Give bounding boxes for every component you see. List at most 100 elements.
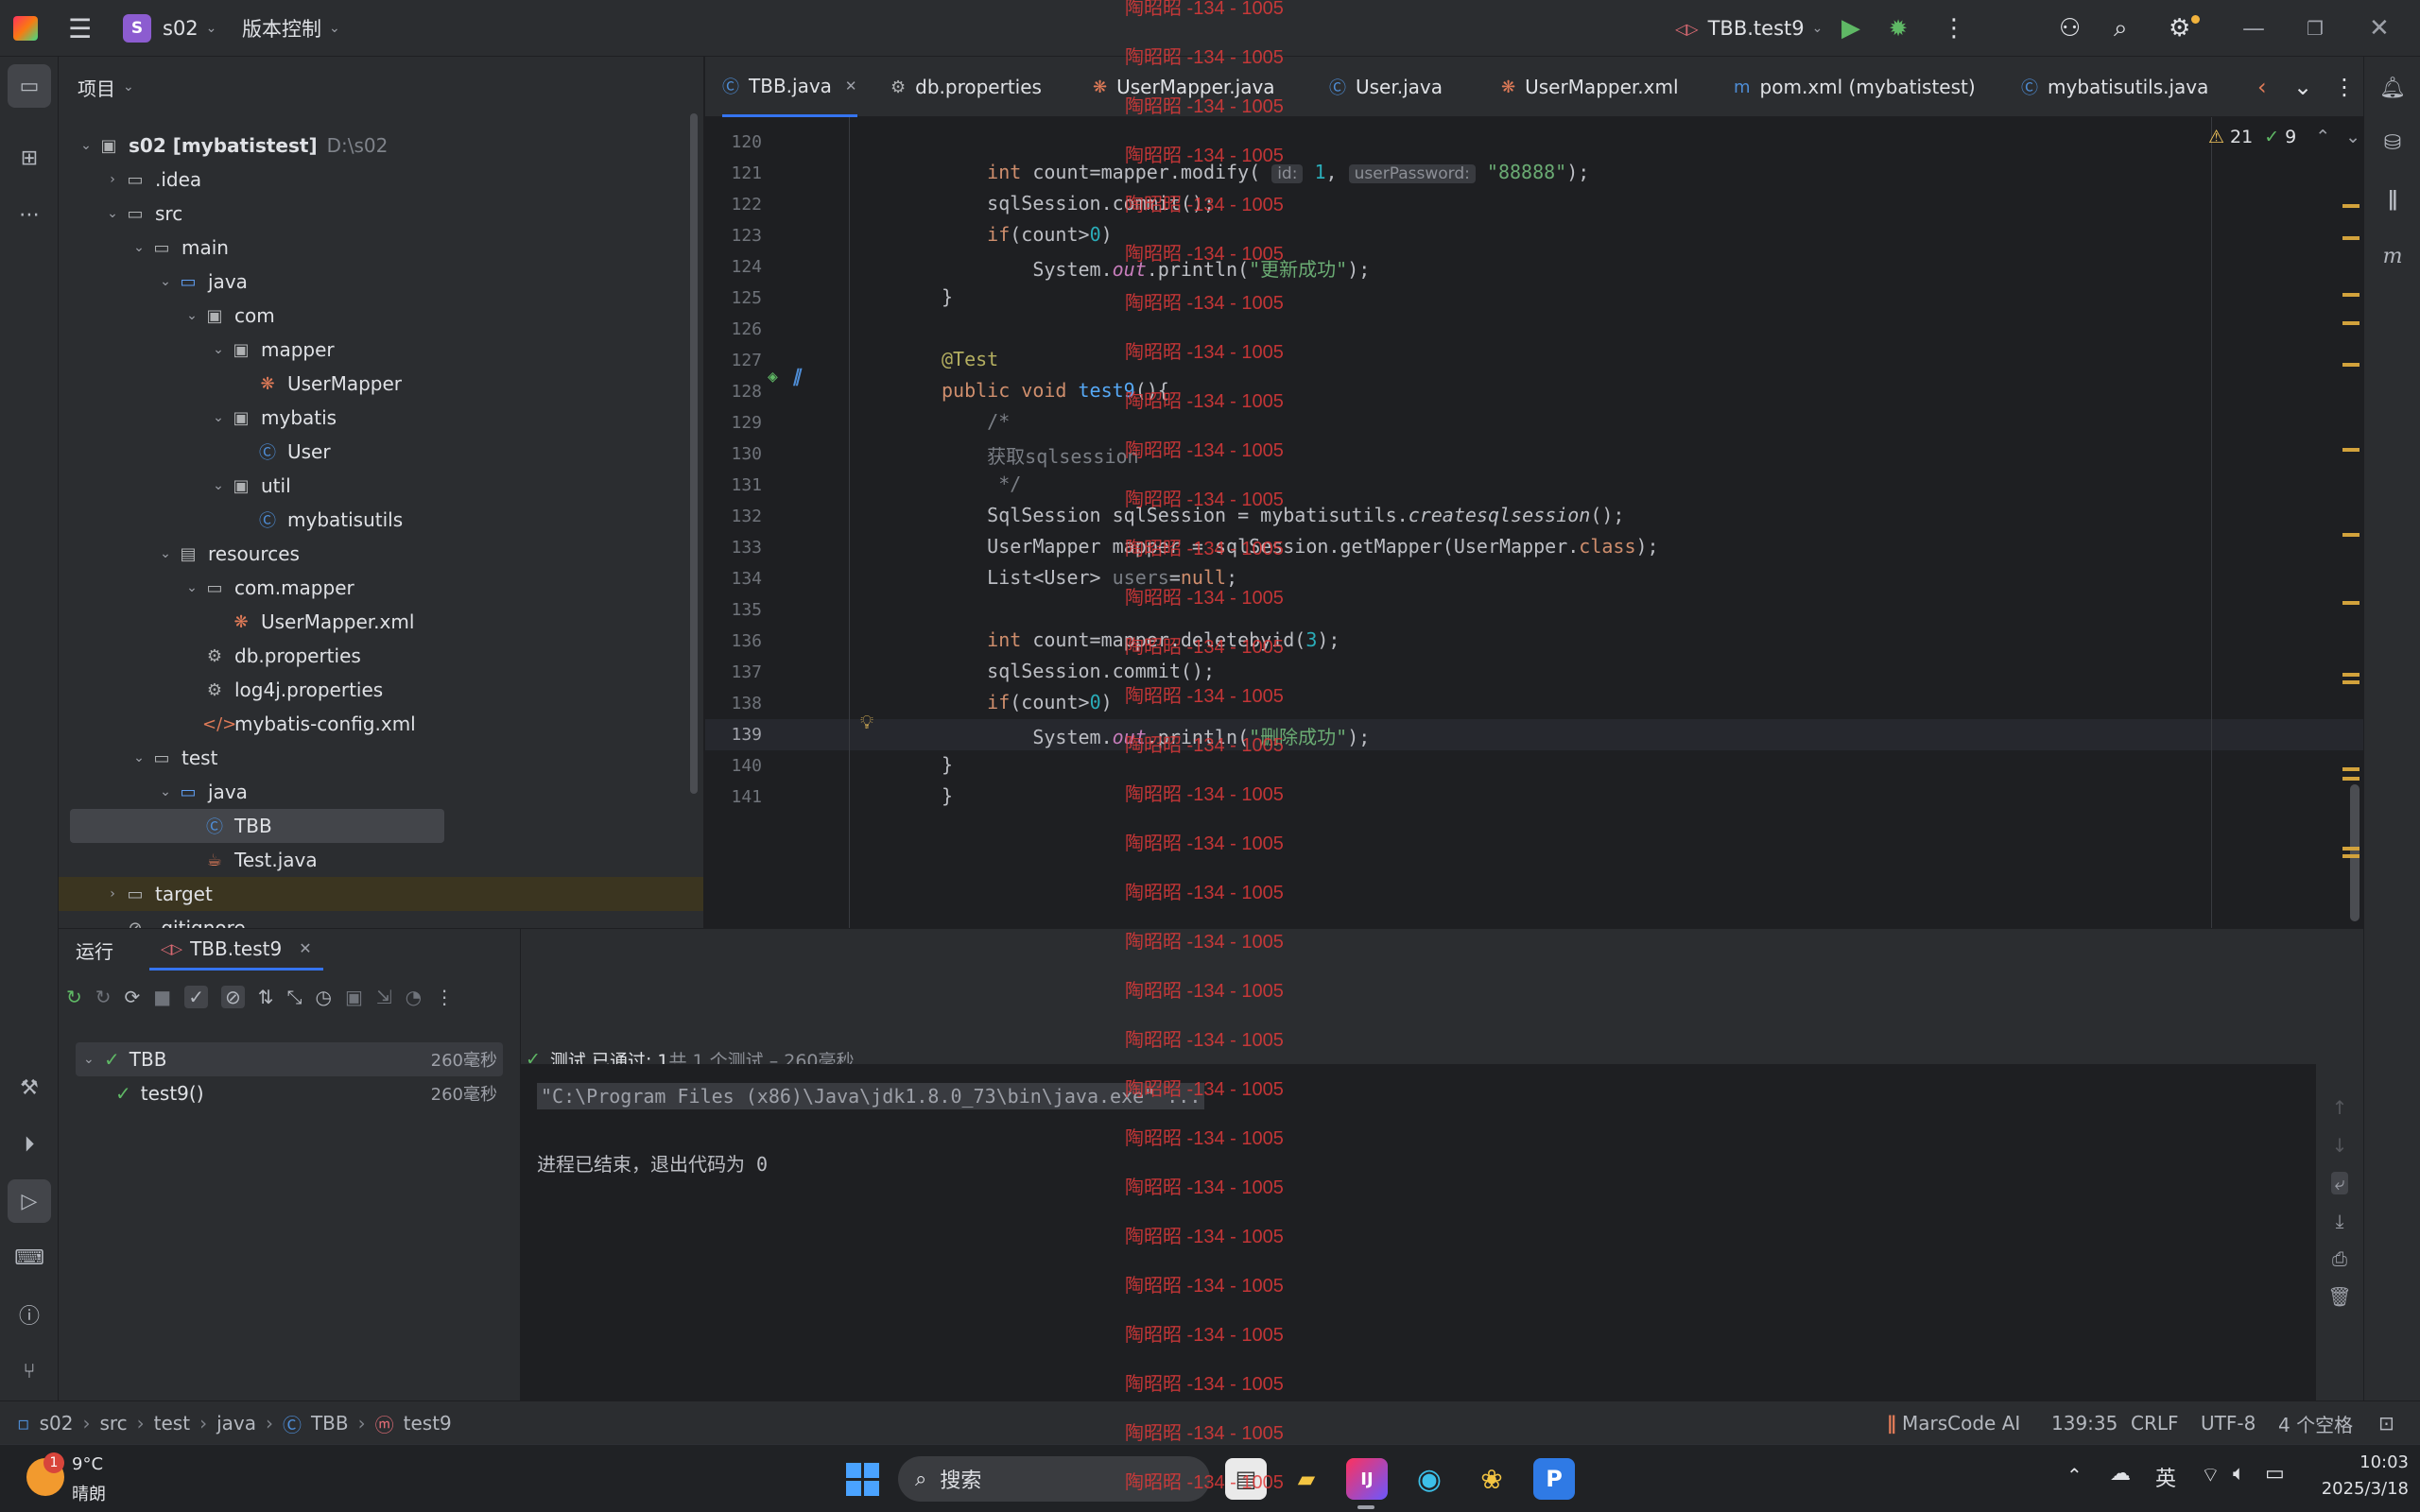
warning-stripe-mark[interactable] bbox=[2342, 673, 2360, 677]
screenshot-icon[interactable]: ▣ bbox=[345, 986, 363, 1008]
collapse-icon[interactable]: ⤡ bbox=[287, 986, 302, 1008]
battery-icon[interactable]: ▭ bbox=[2265, 1462, 2285, 1486]
test-tree-item[interactable]: ⌄ ✓ TBB 260毫秒 bbox=[76, 1042, 503, 1076]
arrow-up-icon[interactable]: ↑ bbox=[2332, 1096, 2348, 1119]
warning-stripe-mark[interactable] bbox=[2342, 777, 2360, 781]
run-test-gutter-icon[interactable]: ◈ bbox=[768, 367, 778, 387]
tree-item[interactable]: › ▭ .idea bbox=[59, 163, 703, 197]
tree-item[interactable]: ❋ UserMapper bbox=[59, 367, 703, 401]
problems-icon[interactable]: ⓘ bbox=[8, 1293, 51, 1336]
chevron-down-icon[interactable]: ⌄ bbox=[129, 750, 149, 765]
code-line[interactable]: if(count>0) bbox=[942, 691, 1112, 713]
lightbulb-icon[interactable]: 💡︎ bbox=[860, 711, 873, 733]
show-ignored-icon[interactable]: ⊘ bbox=[220, 986, 245, 1008]
structure-icon[interactable]: ⊞ bbox=[8, 136, 51, 180]
maven-m-icon[interactable]: m bbox=[2371, 234, 2414, 278]
more-tools-icon[interactable]: ⋯ bbox=[8, 193, 51, 236]
warning-stripe-mark[interactable] bbox=[2342, 236, 2360, 240]
warning-stripe-mark[interactable] bbox=[2342, 204, 2360, 208]
chevron-right-icon[interactable]: › bbox=[102, 886, 123, 902]
show-passed-icon[interactable]: ✓ bbox=[184, 986, 208, 1008]
warning-stripe-mark[interactable] bbox=[2342, 448, 2360, 452]
marscode-ai-status[interactable]: ∥ MarsCode AI bbox=[1887, 1401, 2020, 1445]
tree-item[interactable]: ⌄ ▣ s02 [mybatistest] D:\s02 bbox=[59, 129, 703, 163]
code-line[interactable]: 获取sqlsession bbox=[942, 441, 1138, 469]
project-tool-folder-icon[interactable]: ▭ bbox=[8, 64, 51, 108]
code-line[interactable]: UserMapper mapper = sqlSession.getMapper… bbox=[942, 535, 1658, 558]
editor-tab[interactable]: ⚙ db.properties bbox=[890, 57, 1042, 117]
warning-stripe-mark[interactable] bbox=[2342, 680, 2360, 684]
notifications-bell-icon[interactable]: 🔔︎ bbox=[2371, 66, 2414, 110]
tree-item[interactable]: ⌄ ▣ mybatis bbox=[59, 401, 703, 435]
close-tab-icon[interactable]: ✕ bbox=[299, 939, 311, 957]
tree-item[interactable]: ⌄ ▭ src bbox=[59, 197, 703, 231]
file-explorer-icon[interactable]: ▰ bbox=[1286, 1458, 1327, 1500]
code-line[interactable]: /* bbox=[942, 410, 1010, 433]
tree-item[interactable]: ⌄ ▣ com bbox=[59, 299, 703, 333]
chevron-down-icon[interactable]: ⌄ bbox=[155, 274, 176, 289]
code-line[interactable]: */ bbox=[942, 472, 1021, 495]
intellij-taskbar-icon[interactable]: IJ bbox=[1346, 1458, 1388, 1500]
clock-date[interactable]: 2025/3/18 bbox=[2297, 1479, 2409, 1499]
services-icon[interactable]: ⏵ bbox=[8, 1123, 51, 1166]
code-editor[interactable]: 120 121 int count=mapper.modify( id: 1, u… bbox=[705, 117, 2363, 928]
volume-muted-icon[interactable]: 🔈︎ bbox=[2233, 1462, 2245, 1486]
clock-time[interactable]: 10:03 bbox=[2316, 1452, 2409, 1472]
chevron-down-icon[interactable]: ⌄ bbox=[208, 342, 229, 357]
tree-item[interactable]: </> mybatis-config.xml bbox=[59, 707, 703, 741]
soft-wrap-icon[interactable]: ⤶ bbox=[2331, 1172, 2348, 1194]
tree-item[interactable]: ⚙ db.properties bbox=[59, 639, 703, 673]
code-line[interactable]: @Test bbox=[942, 348, 998, 370]
minimize-icon[interactable]: — bbox=[2242, 0, 2265, 57]
chevron-down-icon[interactable]: ⌄ bbox=[2345, 127, 2360, 147]
chevron-up-icon[interactable]: ⌃ bbox=[2315, 127, 2330, 147]
more-options-icon[interactable]: ⋮ bbox=[435, 986, 454, 1008]
chevron-down-icon[interactable]: ⌄ bbox=[208, 478, 229, 493]
editor-tab[interactable]: m pom.xml (mybatistest) bbox=[1734, 57, 1976, 117]
marscode-icon[interactable]: ∥ bbox=[2371, 178, 2414, 221]
settings-gear-icon[interactable]: ⚙ bbox=[2169, 0, 2190, 57]
chevron-down-icon[interactable]: ⌄ bbox=[83, 1052, 104, 1067]
rerun-icon[interactable]: ↻ bbox=[66, 986, 82, 1008]
breadcrumb-item[interactable]: test9 bbox=[404, 1412, 452, 1435]
build-hammer-icon[interactable]: ⚒ bbox=[8, 1066, 51, 1109]
editor-tab[interactable]: Ⓒmybatisutils.java bbox=[2021, 57, 2208, 117]
history-clock-icon[interactable]: ◷ bbox=[316, 986, 332, 1008]
breadcrumb-item[interactable]: test bbox=[154, 1412, 190, 1435]
marscode-gutter-icon[interactable]: ∥ bbox=[792, 367, 801, 387]
warning-stripe-mark[interactable] bbox=[2342, 854, 2360, 858]
warning-stripe-mark[interactable] bbox=[2342, 767, 2360, 771]
console-command-line[interactable]: "C:\Program Files (x86)\Java\jdk1.8.0_73… bbox=[537, 1083, 1205, 1109]
warning-stripe-mark[interactable] bbox=[2342, 601, 2360, 605]
tree-scrollbar[interactable] bbox=[690, 113, 698, 794]
tree-item[interactable]: ⌄ ▣ util bbox=[59, 469, 703, 503]
tree-item[interactable]: ⌄ ▭ test bbox=[59, 741, 703, 775]
wifi-icon[interactable]: ⌔ bbox=[2201, 1462, 2221, 1488]
code-line[interactable]: if(count>0) bbox=[942, 223, 1112, 246]
chevron-down-icon[interactable]: ⌄ bbox=[208, 410, 229, 425]
code-line[interactable]: } bbox=[942, 753, 953, 776]
inspection-widget[interactable]: ⚠ 21 ✓ 9 ⌃ ⌄ bbox=[2208, 123, 2360, 151]
chevron-right-icon[interactable]: › bbox=[102, 172, 123, 187]
indent-setting[interactable]: 4 个空格 bbox=[2278, 1401, 2353, 1445]
chevron-down-icon[interactable]: ⌄ bbox=[76, 138, 96, 153]
windows-start-icon[interactable] bbox=[841, 1458, 883, 1500]
caret-position[interactable]: 139:35 bbox=[2051, 1401, 2118, 1445]
tree-item[interactable]: ⌄ ▭ java bbox=[59, 265, 703, 299]
code-line[interactable]: } bbox=[942, 285, 953, 308]
more-actions-icon[interactable]: ⋮ bbox=[1942, 0, 1966, 57]
breadcrumb-item[interactable]: s02 bbox=[40, 1412, 74, 1435]
chevron-down-icon[interactable]: ⌄ bbox=[155, 784, 176, 799]
tree-item[interactable]: › ▭ target bbox=[59, 877, 703, 911]
line-separator[interactable]: CRLF bbox=[2131, 1401, 2179, 1445]
database-icon[interactable]: ⛁ bbox=[2371, 121, 2414, 164]
coverage-icon[interactable]: ◔ bbox=[406, 986, 422, 1008]
breadcrumb-item[interactable]: TBB bbox=[311, 1412, 349, 1435]
scroll-tabs-left-icon[interactable]: ‹ bbox=[2257, 57, 2267, 117]
print-icon[interactable]: ⎙ bbox=[2332, 1247, 2347, 1270]
chevron-down-icon[interactable]: ⌄ bbox=[182, 580, 202, 595]
project-switcher[interactable]: S s02 ⌄ bbox=[123, 0, 216, 57]
run-config-selector[interactable]: ◁▷ TBB.test9 ⌄ bbox=[1675, 0, 1823, 57]
tree-item[interactable]: ⊘ .gitignore bbox=[59, 911, 703, 928]
warning-stripe-mark[interactable] bbox=[2342, 533, 2360, 537]
